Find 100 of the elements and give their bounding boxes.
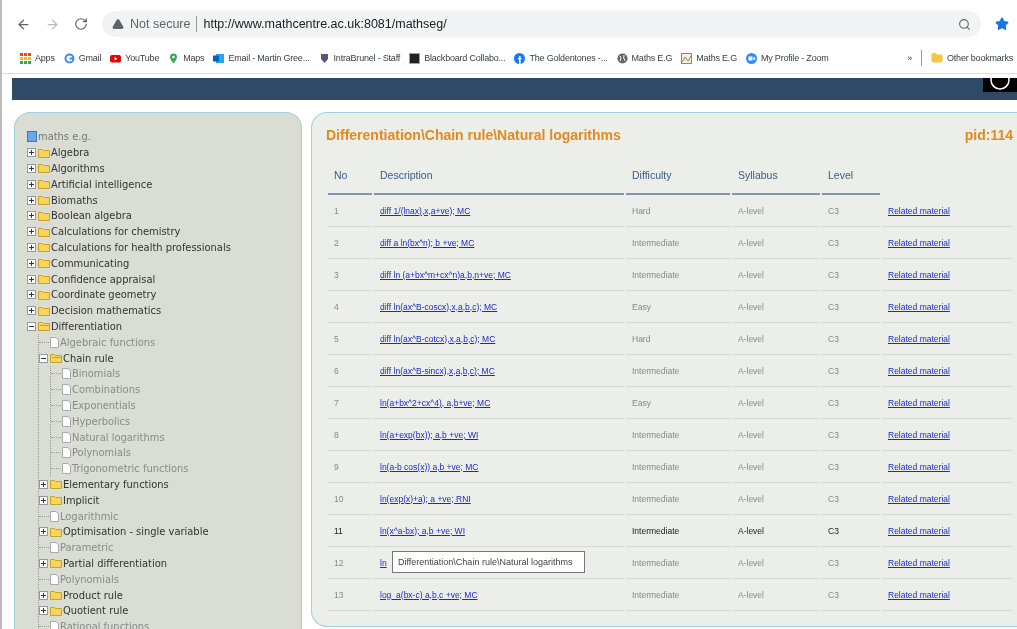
table-cell: A-level [732,355,820,387]
collapse-toggle[interactable] [27,321,36,331]
question-link[interactable]: ln(a-b cos(x)) a,b +ve; MC [380,461,479,472]
tree-item[interactable]: Optimisation - single variable [63,525,209,539]
question-link[interactable]: log_a(bx-c) a,b,c +ve; MC [380,589,478,600]
related-material-link[interactable]: Related material [888,589,950,600]
table-cell: C3 [822,355,880,387]
related-material-link[interactable]: Related material [888,461,950,472]
page-icon [62,447,71,459]
tree-item[interactable]: Chain rule [63,351,114,365]
expand-toggle[interactable] [39,495,48,505]
folder-icon [50,605,62,616]
expand-toggle[interactable] [39,606,48,616]
tree-item[interactable]: Coordinate geometry [51,288,157,302]
question-link[interactable]: diff 1/(lnax),x,a+ve); MC [380,205,471,216]
related-material-link[interactable]: Related material [888,205,950,216]
question-link[interactable]: ln(a+bx^2+cx^4), a,b+ve; MC [380,397,491,408]
tree-item[interactable]: Quotient rule [63,604,129,618]
related-material-link[interactable]: Related material [888,301,950,312]
tree-item[interactable]: Differentiation [51,319,123,333]
related-material-link[interactable]: Related material [888,365,950,376]
page-icon [62,368,71,380]
question-link[interactable]: ln(a+exp(bx)); a,b +ve; WI [380,429,479,440]
bookmark[interactable]: The Goldentones -... [514,52,608,64]
table-cell: A-level [732,419,820,451]
question-link[interactable]: diff a ln(bx^n); b +ve; MC [380,237,475,248]
expand-toggle[interactable] [39,590,48,600]
url-text: http://www.mathcentre.ac.uk:8081/mathseg/ [203,17,447,31]
overflow-chevron[interactable]: » [907,53,912,63]
folder-icon [38,305,50,316]
expand-toggle[interactable] [39,558,48,568]
bookmark[interactable]: Email - Martin Gree... [213,52,310,64]
reload-icon[interactable] [74,17,88,31]
map-pin-icon [168,52,180,64]
table-cell: Intermediate [626,579,730,611]
tree-item[interactable]: Artificial intelligence [51,177,153,191]
related-material-link[interactable]: Related material [888,237,950,248]
tree-item[interactable]: Calculations for chemistry [51,225,181,239]
expand-toggle[interactable] [39,479,48,489]
related-material-link[interactable]: Related material [888,269,950,280]
bookmark[interactable]: Apps [20,52,55,64]
table-cell: C3 [822,579,880,611]
table-cell: 10 [328,483,372,515]
tree-item[interactable]: Algebra [51,146,90,160]
related-material-link[interactable]: Related material [888,397,950,408]
expand-toggle[interactable] [27,164,36,173]
tree-item[interactable]: Boolean algebra [51,209,132,223]
other-bookmarks[interactable]: Other bookmarks [930,52,1013,64]
collapse-toggle[interactable] [39,353,48,363]
question-link[interactable]: diff ln (a+bx^m+cx^n)a,b,n+ve; MC [380,269,511,280]
bookmark[interactable]: Maths E.G [616,52,673,64]
question-link[interactable]: ln [380,557,387,568]
bookmark[interactable]: Maths E.G [681,52,737,64]
expand-toggle[interactable] [27,211,36,221]
expand-toggle[interactable] [27,258,36,268]
tree-item[interactable]: Decision mathematics [51,304,162,318]
related-material-link[interactable]: Related material [888,333,950,344]
related-material-link[interactable]: Related material [888,525,950,536]
tree-item[interactable]: Calculations for health professionals [51,240,231,254]
bookmark[interactable]: My Profile - Zoom [745,52,829,64]
back-icon[interactable] [16,16,31,32]
table-cell: C3 [822,323,880,355]
expand-toggle[interactable] [27,148,36,158]
tree-item[interactable]: Biomaths [51,193,98,207]
expand-toggle[interactable] [27,195,36,205]
related-material-link[interactable]: Related material [888,557,950,568]
expand-toggle[interactable] [27,306,36,316]
question-link[interactable]: ln(x^a-bx); a,b +ve; WI [380,525,465,536]
tree-item[interactable]: Confidence appraisal [51,272,156,286]
tree-item[interactable]: Implicit [63,493,100,507]
bookmark[interactable]: Blackboard Collabo... [409,52,506,64]
table-cell: Intermediate [626,547,730,579]
bookmark-star-icon[interactable] [995,17,1009,31]
question-link[interactable]: ln(exp(x)+a); a +ve; RNI [380,493,471,504]
zoom-icon[interactable] [958,17,971,31]
related-material-link[interactable]: Related material [888,493,950,504]
tree-item[interactable]: Algorithms [51,162,105,175]
bookmark[interactable]: YouTube [110,52,160,64]
address-bar[interactable]: Not secure http://www.mathcentre.ac.uk:8081/mathseg/ [102,11,981,37]
expand-toggle[interactable] [27,227,36,237]
bookmark[interactable]: Gmail [63,52,102,64]
tree-item[interactable]: Partial differentiation [63,556,167,570]
question-link[interactable]: diff ln(ax^B-sincx),x,a,b,c); MC [380,365,495,376]
tree-item[interactable]: Elementary functions [63,477,169,491]
table-cell: A-level [732,515,820,547]
tree-item[interactable]: Communicating [51,256,130,270]
tree-item[interactable]: Product rule [63,588,123,602]
expand-toggle[interactable] [27,274,36,284]
expand-toggle[interactable] [27,242,36,252]
bookmark[interactable]: Maps [168,52,205,64]
question-link[interactable]: diff ln(ax^B-coscx),x,a,b,c); MC [380,301,498,312]
expand-toggle[interactable] [27,290,36,300]
column-header: Description [374,157,624,195]
bookmark[interactable]: IntraBrunel - Staff [318,52,401,64]
question-link[interactable]: diff ln(ax^B-cotcx),x,a,b,c); MC [380,333,496,344]
expand-toggle[interactable] [39,527,48,537]
expand-toggle[interactable] [27,179,36,189]
profile-icon[interactable] [983,78,1017,92]
related-material-link[interactable]: Related material [888,429,950,440]
table-cell: A-level [732,259,820,291]
